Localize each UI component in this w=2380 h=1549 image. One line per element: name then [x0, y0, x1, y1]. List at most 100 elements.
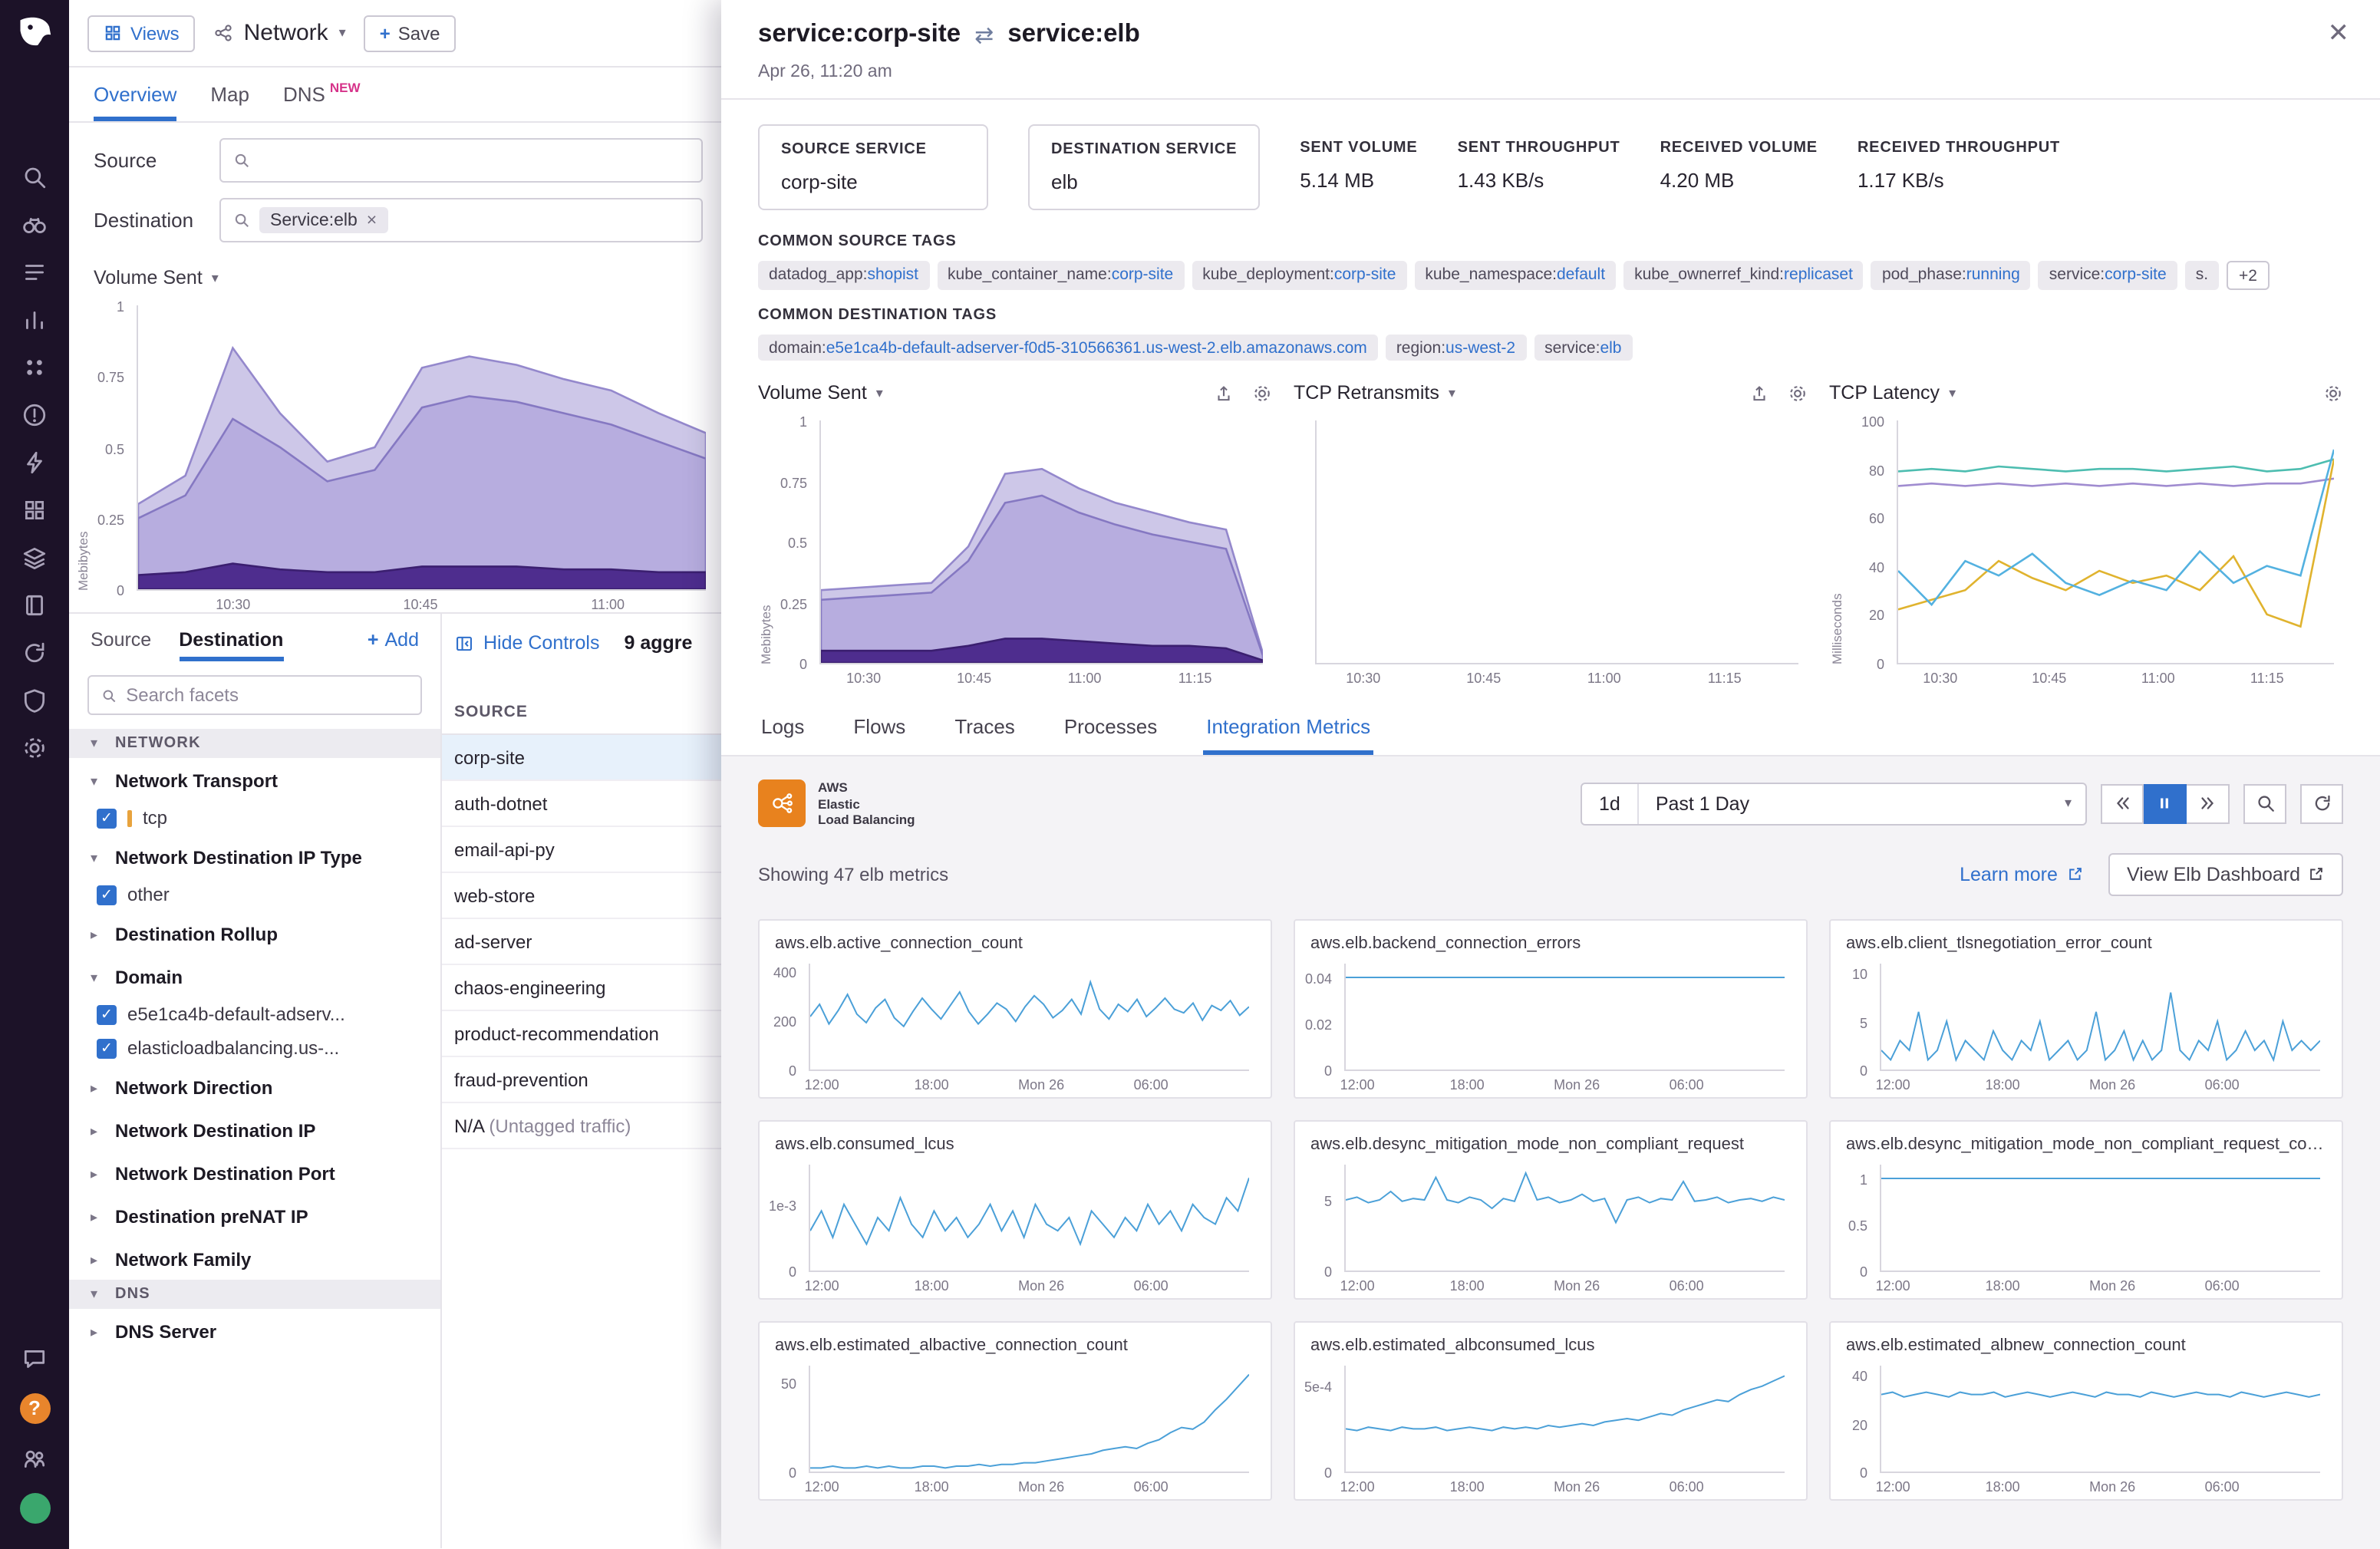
stat-source-service[interactable]: SOURCE SERVICEcorp-site: [758, 124, 988, 210]
incidents-icon[interactable]: [21, 450, 48, 476]
facet-tab-destination[interactable]: Destination: [179, 629, 283, 661]
datadog-logo[interactable]: [15, 12, 54, 52]
integrations-icon[interactable]: [21, 497, 48, 523]
pause-button[interactable]: [2144, 784, 2187, 824]
metric-chart[interactable]: 020040012:0018:00Mon 2606:00: [763, 956, 1258, 1093]
hide-controls-button[interactable]: Hide Controls: [454, 632, 599, 654]
facet-group-network[interactable]: ▾ NETWORK: [69, 729, 440, 758]
tag-pill[interactable]: service:corp-site: [2039, 261, 2177, 290]
settings-gear-icon[interactable]: [21, 735, 48, 761]
metric-card[interactable]: aws.elb.client_tlsnegotiation_error_coun…: [1829, 919, 2343, 1099]
gear-icon[interactable]: [1252, 383, 1272, 403]
filter-pill-service-elb[interactable]: Service:elb ×: [259, 207, 387, 233]
tab-overview[interactable]: Overview: [94, 68, 176, 121]
table-row[interactable]: web-store: [442, 873, 721, 919]
tag-pill[interactable]: kube_namespace:default: [1414, 261, 1616, 290]
table-row[interactable]: fraud-prevention: [442, 1057, 721, 1103]
facet-network-destination-port[interactable]: ▸Network Destination Port: [69, 1151, 440, 1194]
metric-card[interactable]: aws.elb.backend_connection_errors00.020.…: [1294, 919, 1808, 1099]
views-button[interactable]: Views: [87, 15, 195, 51]
facet-network-family[interactable]: ▸Network Family: [69, 1237, 440, 1280]
tab-integration-metrics[interactable]: Integration Metrics: [1203, 698, 1373, 755]
monitors-icon[interactable]: [21, 402, 48, 428]
metric-chart[interactable]: 01e-312:0018:00Mon 2606:00: [763, 1157, 1258, 1294]
checkbox-checked-icon[interactable]: ✓: [97, 1038, 117, 1058]
table-row[interactable]: auth-dotnet: [442, 781, 721, 827]
table-row[interactable]: email-api-py: [442, 827, 721, 873]
search-icon[interactable]: [21, 164, 48, 190]
view-elb-dashboard-button[interactable]: View Elb Dashboard: [2108, 853, 2343, 896]
source-search-input[interactable]: [219, 138, 703, 183]
table-row[interactable]: product-recommendation: [442, 1011, 721, 1057]
refresh-button[interactable]: [2300, 784, 2343, 824]
tab-map[interactable]: Map: [210, 68, 249, 121]
chart-title[interactable]: TCP Retransmits: [1294, 382, 1439, 404]
metric-card[interactable]: aws.elb.desync_mitigation_mode_non_compl…: [1294, 1120, 1808, 1300]
checkbox-checked-icon[interactable]: ✓: [97, 808, 117, 828]
metric-selector[interactable]: Volume Sent ▾: [69, 242, 721, 292]
tag-pill[interactable]: kube_ownerref_kind:replicaset: [1623, 261, 1864, 290]
chat-icon[interactable]: [21, 1345, 48, 1371]
metric-chart[interactable]: 05012:0018:00Mon 2606:00: [763, 1358, 1258, 1495]
metric-chart[interactable]: 05e-412:0018:00Mon 2606:00: [1298, 1358, 1794, 1495]
chart-title[interactable]: TCP Latency: [1829, 382, 1940, 404]
metric-chart[interactable]: 0512:0018:00Mon 2606:00: [1298, 1157, 1794, 1294]
metric-card[interactable]: aws.elb.estimated_albconsumed_lcus05e-41…: [1294, 1321, 1808, 1501]
tab-dns[interactable]: DNSNEW: [283, 68, 361, 121]
time-range-select[interactable]: 1d Past 1 Day ▾: [1581, 783, 2087, 826]
organization-icon[interactable]: [21, 1445, 48, 1471]
tag-pill[interactable]: pod_phase:running: [1871, 261, 2031, 290]
facet-option-domain-1[interactable]: ✓e5e1ca4b-default-adserv...: [69, 997, 440, 1031]
destination-search-input[interactable]: Service:elb ×: [219, 198, 703, 242]
facet-option-other[interactable]: ✓other: [69, 878, 440, 911]
metric-card[interactable]: aws.elb.estimated_albactive_connection_c…: [758, 1321, 1272, 1501]
metric-card[interactable]: aws.elb.estimated_albnew_connection_coun…: [1829, 1321, 2343, 1501]
step-back-button[interactable]: [2101, 784, 2144, 824]
facet-option-tcp[interactable]: ✓tcp: [69, 801, 440, 835]
infrastructure-icon[interactable]: [21, 354, 48, 381]
metric-chart[interactable]: 00.020.0412:0018:00Mon 2606:00: [1298, 956, 1794, 1093]
tag-pill[interactable]: kube_container_name:corp-site: [937, 261, 1184, 290]
save-button[interactable]: + Save: [364, 15, 456, 51]
logs-icon[interactable]: [21, 259, 48, 285]
step-forward-button[interactable]: [2187, 784, 2230, 824]
security-icon[interactable]: [21, 687, 48, 714]
facet-network-destination-ip[interactable]: ▸Network Destination IP: [69, 1108, 440, 1151]
synthetics-icon[interactable]: [21, 640, 48, 666]
tcp-retransmits-chart[interactable]: 10:3010:4511:0011:15: [1294, 413, 1808, 686]
zoom-button[interactable]: [2243, 784, 2286, 824]
close-icon[interactable]: ✕: [2328, 18, 2350, 49]
facet-search-input[interactable]: [126, 684, 408, 706]
tcp-latency-chart[interactable]: Milliseconds02040608010010:3010:4511:001…: [1829, 413, 2343, 686]
checkbox-checked-icon[interactable]: ✓: [97, 885, 117, 905]
tag-pill[interactable]: service:elb: [1534, 335, 1632, 361]
tag-pill[interactable]: kube_deployment:corp-site: [1192, 261, 1406, 290]
table-row-untagged[interactable]: N/A (Untagged traffic): [442, 1103, 721, 1149]
add-facet-button[interactable]: +Add: [368, 629, 419, 661]
tab-traces[interactable]: Traces: [951, 698, 1018, 755]
metric-chart[interactable]: 051012:0018:00Mon 2606:00: [1834, 956, 2329, 1093]
metric-card[interactable]: aws.elb.active_connection_count020040012…: [758, 919, 1272, 1099]
apm-icon[interactable]: [21, 545, 48, 571]
facet-destination-prenat-ip[interactable]: ▸Destination preNAT IP: [69, 1194, 440, 1237]
facet-option-domain-2[interactable]: ✓elasticloadbalancing.us-...: [69, 1031, 440, 1065]
export-icon[interactable]: [1214, 383, 1234, 403]
facet-group-dns[interactable]: ▾ DNS: [69, 1280, 440, 1309]
more-tags-pill[interactable]: +2: [2227, 261, 2270, 290]
metrics-icon[interactable]: [21, 307, 48, 333]
facet-dns-server[interactable]: ▸DNS Server: [69, 1309, 440, 1352]
gear-icon[interactable]: [2323, 383, 2343, 403]
volume-sent-chart[interactable]: Mebibytes00.250.50.75110:3010:4511:00: [75, 298, 715, 612]
metric-card[interactable]: aws.elb.desync_mitigation_mode_non_compl…: [1829, 1120, 2343, 1300]
export-icon[interactable]: [1749, 383, 1769, 403]
facet-network-direction[interactable]: ▸Network Direction: [69, 1065, 440, 1108]
facet-domain[interactable]: ▾Domain: [69, 954, 440, 997]
gear-icon[interactable]: [1788, 383, 1808, 403]
chevron-down-icon[interactable]: ▾: [339, 25, 346, 41]
facet-tab-source[interactable]: Source: [91, 629, 151, 661]
tab-flows[interactable]: Flows: [850, 698, 908, 755]
facet-destination-rollup[interactable]: ▸Destination Rollup: [69, 911, 440, 954]
volume-sent-chart[interactable]: Mebibytes00.250.50.75110:3010:4511:0011:…: [758, 413, 1272, 686]
metric-chart[interactable]: 00.5112:0018:00Mon 2606:00: [1834, 1157, 2329, 1294]
watchdog-icon[interactable]: [21, 212, 48, 238]
